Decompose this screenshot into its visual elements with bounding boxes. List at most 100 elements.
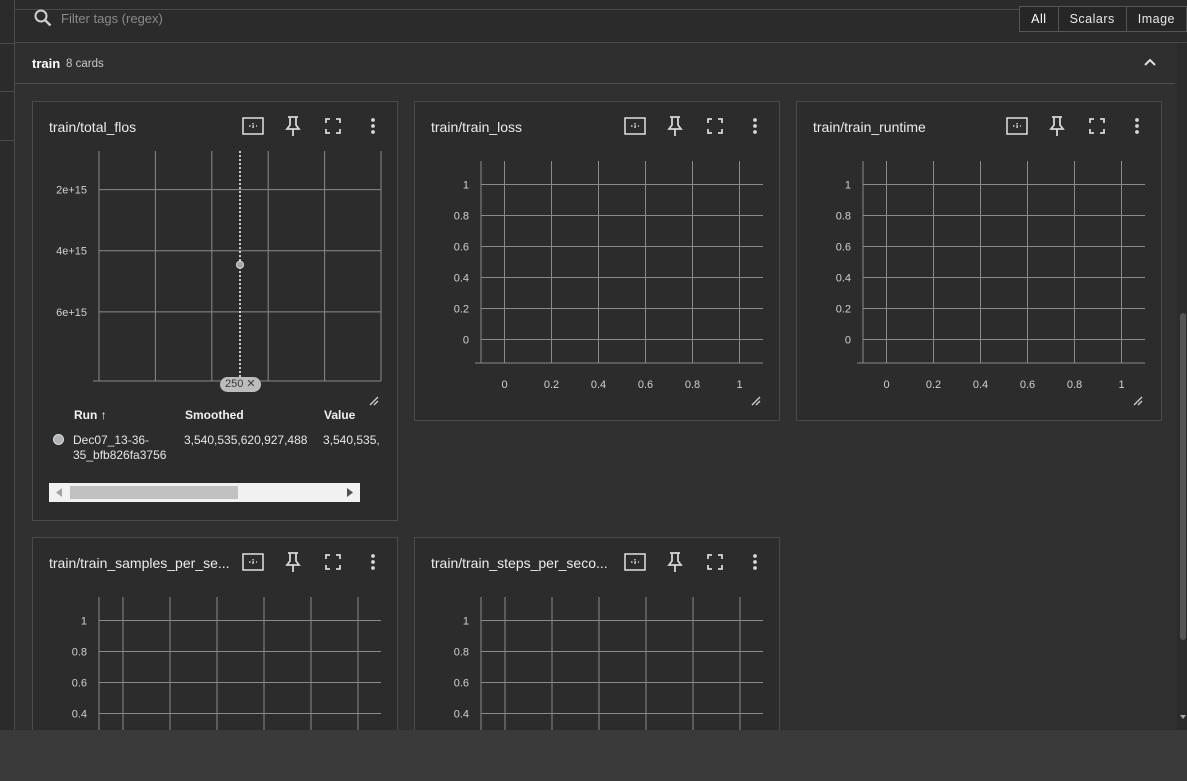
fullscreen-icon[interactable] — [703, 114, 727, 138]
more-vert-icon[interactable] — [743, 114, 767, 138]
y-tick-label: 6e+15 — [56, 307, 87, 319]
run-column-header[interactable]: Run ↑ — [74, 408, 107, 422]
run-color-dot — [53, 434, 64, 445]
resize-handle-icon[interactable] — [369, 396, 379, 406]
y-tick-label: 0.4 — [836, 273, 851, 285]
train-loss-chart[interactable]: 0 0.2 0.4 0.6 0.8 1 0 0.2 0.4 0.6 0.8 1 — [415, 102, 780, 412]
fullscreen-icon[interactable] — [1085, 114, 1109, 138]
plugin-type-toggle: All Scalars Image — [1019, 6, 1187, 32]
y-tick-label: 0.6 — [72, 678, 87, 690]
scalar-card-total-flos: train/total_flos 6e+15 4e+15 2e+15 250 ✕ R… — [32, 101, 398, 521]
fullscreen-icon[interactable] — [321, 550, 345, 574]
y-tick-label: 1 — [81, 616, 87, 628]
table-resize-corner — [360, 483, 381, 502]
tag-filter-input[interactable] — [61, 8, 561, 28]
y-tick-label: 4e+15 — [56, 246, 87, 258]
step-chip-value: 250 — [225, 378, 244, 390]
train-runtime-chart[interactable]: 0 0.2 0.4 0.6 0.8 1 0 0.2 0.4 0.6 0.8 1 — [797, 102, 1162, 412]
scroll-down-arrow-icon[interactable] — [1179, 713, 1187, 721]
y-tick-label: 1 — [463, 616, 469, 628]
x-tick-label: 0.4 — [973, 379, 988, 391]
rail-divider — [0, 140, 14, 141]
rail-divider — [0, 91, 14, 92]
y-tick-label: 1 — [463, 180, 469, 192]
search-icon — [34, 9, 52, 27]
y-tick-label: 0.4 — [454, 273, 469, 285]
fullscreen-icon[interactable] — [321, 114, 345, 138]
y-tick-label: 0.4 — [72, 709, 87, 721]
more-vert-icon[interactable] — [1125, 114, 1149, 138]
x-tick-label: 0.2 — [544, 379, 559, 391]
fullscreen-icon[interactable] — [703, 550, 727, 574]
y-tick-label: 0.8 — [454, 211, 469, 223]
left-rail — [0, 0, 15, 730]
more-vert-icon[interactable] — [361, 550, 385, 574]
group-name: train — [32, 56, 61, 71]
x-tick-label: 1 — [1118, 379, 1124, 391]
pin-icon[interactable] — [1045, 114, 1069, 138]
scalar-card-train-runtime: train/train_runtime 0 0.2 0.4 0.6 0.8 1 0 0.2 0.… — [796, 101, 1162, 421]
table-horizontal-scrollbar[interactable] — [49, 483, 381, 502]
y-tick-label: 0.2 — [454, 304, 469, 316]
y-tick-label: 0.8 — [72, 647, 87, 659]
pin-icon[interactable] — [663, 114, 687, 138]
fit-domain-icon[interactable] — [623, 550, 647, 574]
scroll-left-arrow-icon[interactable] — [55, 487, 63, 498]
fit-domain-icon[interactable] — [623, 114, 647, 138]
y-tick-label: 1 — [845, 180, 851, 192]
x-tick-label: 0 — [883, 379, 889, 391]
smoothed-column-header[interactable]: Smoothed — [185, 408, 244, 422]
y-tick-label: 0.6 — [454, 678, 469, 690]
total-flos-chart[interactable]: 6e+15 4e+15 2e+15 — [33, 102, 398, 412]
horizontal-scroll-thumb[interactable] — [70, 486, 238, 499]
tensorboard-scalars-view: All Scalars Image train 8 cards train/to… — [0, 0, 1187, 730]
group-card-count: 8 cards — [66, 58, 104, 70]
fit-domain-icon[interactable] — [1005, 114, 1029, 138]
x-tick-label: 0 — [501, 379, 507, 391]
run-name: Dec07_13-36- 35_bfb826fa3756 — [73, 433, 166, 463]
x-tick-label: 0.6 — [1020, 379, 1035, 391]
raw-value: 3,540,535, — [323, 433, 380, 447]
more-vert-icon[interactable] — [361, 114, 385, 138]
y-tick-label: 0.6 — [454, 242, 469, 254]
card-group-header[interactable]: train 8 cards — [15, 43, 1175, 84]
value-column-header[interactable]: Value — [324, 408, 355, 422]
x-tick-label: 1 — [736, 379, 742, 391]
resize-handle-icon[interactable] — [1133, 396, 1143, 406]
scalar-card-train-loss: train/train_loss 0 0.2 0.4 0.6 0.8 1 0 0.2 0.4 0.… — [414, 101, 780, 421]
rail-divider — [0, 43, 14, 44]
more-vert-icon[interactable] — [743, 550, 767, 574]
data-point[interactable] — [236, 260, 244, 269]
smoothed-value: 3,540,535,620,927,488 — [184, 433, 308, 447]
y-tick-label: 0.4 — [454, 709, 469, 721]
scrollbar-thumb[interactable] — [1180, 313, 1186, 640]
scalar-card-train-samples-per-second: train/train_samples_per_se... 0.4 0.6 0.8 1 — [32, 537, 398, 730]
x-tick-label: 0.4 — [591, 379, 606, 391]
y-tick-label: 2e+15 — [56, 185, 87, 197]
fit-domain-icon[interactable] — [241, 550, 265, 574]
pin-icon[interactable] — [663, 550, 687, 574]
step-selector-chip[interactable]: 250 ✕ — [220, 377, 261, 392]
y-tick-label: 0.6 — [836, 242, 851, 254]
x-tick-label: 0.2 — [926, 379, 941, 391]
x-tick-label: 0.8 — [685, 379, 700, 391]
fit-domain-icon[interactable] — [241, 114, 265, 138]
vertical-scrollbar[interactable] — [1177, 43, 1187, 730]
run-name-line: 35_bfb826fa3756 — [73, 448, 167, 462]
resize-handle-icon[interactable] — [751, 396, 761, 406]
pin-icon[interactable] — [281, 550, 305, 574]
y-tick-label: 0.2 — [836, 304, 851, 316]
y-tick-label: 0 — [845, 335, 851, 347]
y-tick-label: 0 — [463, 335, 469, 347]
close-icon[interactable]: ✕ — [246, 378, 255, 390]
type-scalars-button[interactable]: Scalars — [1059, 7, 1127, 31]
scalar-card-train-steps-per-second: train/train_steps_per_seco... 0.4 0.6 0.8 1 — [414, 537, 780, 730]
tag-filter-bar: All Scalars Image — [15, 0, 1187, 43]
scroll-right-arrow-icon[interactable] — [346, 487, 354, 498]
pin-icon[interactable] — [281, 114, 305, 138]
x-tick-label: 0.8 — [1067, 379, 1082, 391]
chevron-up-icon[interactable] — [1141, 54, 1159, 72]
type-image-button[interactable]: Image — [1127, 7, 1187, 31]
type-all-button[interactable]: All — [1020, 7, 1059, 31]
y-tick-label: 0.8 — [454, 647, 469, 659]
